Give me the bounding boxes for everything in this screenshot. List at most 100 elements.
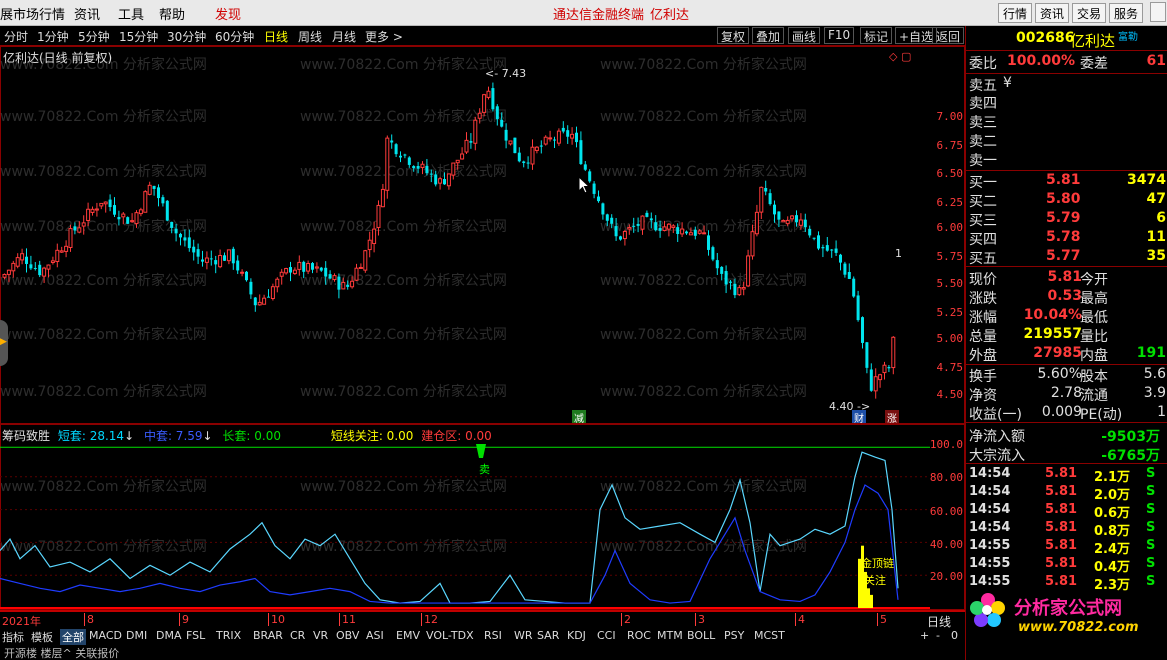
top-chain-marker: 金顶链 [861,557,894,570]
indicator-tab[interactable]: 指标 [2,629,24,645]
indicator-tab[interactable]: 全部 [60,629,86,645]
indicator-tab[interactable]: DMA [156,629,182,642]
zoom-out-button[interactable]: - [936,629,940,642]
indicator-tab[interactable]: TRIX [216,629,241,642]
panel-toggle-handle[interactable]: ▶ [0,320,8,366]
overlay-button[interactable]: 叠加 [752,27,785,44]
candle-body [403,154,407,156]
candle-body [121,213,126,218]
indicator-tab[interactable]: KDJ [567,629,586,642]
candle-body [702,232,707,235]
buy-level: 买一 5.81 3474 [966,172,1167,191]
candle-body [649,218,653,221]
drawline-button[interactable]: 画线 [788,27,821,44]
buy-level-label: 买二 [969,194,997,210]
add-watch-button[interactable]: +自选 [895,27,938,44]
candle-body [781,219,786,223]
period-15min[interactable]: 15分钟 [119,28,158,45]
indicator-tab[interactable]: WR [514,629,533,642]
indicator-chart[interactable] [0,424,930,610]
candle-body [513,137,517,154]
candle-body [614,226,618,237]
back-button[interactable]: 返回 [932,27,965,44]
candle-body [42,267,47,277]
indicator-tab[interactable]: FSL [186,629,205,642]
indicator-tab[interactable]: OBV [336,629,359,642]
scroll-handle[interactable] [1150,2,1166,22]
tick-volume: 2.0万 [1094,488,1131,503]
menu-tools[interactable]: 工具 [118,4,144,23]
quote-button[interactable]: 行情 [998,3,1033,23]
indicator-tab[interactable]: PSY [724,629,744,642]
menu-help[interactable]: 帮助 [159,4,185,23]
indicator-tab[interactable]: MCST [754,629,785,642]
weibi-row: 委比 100.00% 委差 61 [966,53,1167,72]
candlestick-chart[interactable] [0,46,930,424]
candle-body [575,132,578,143]
period-tick[interactable]: 分时 [4,28,28,45]
focus-bar [870,594,873,608]
candle-body [737,287,742,296]
indicator-tab[interactable]: CCI [597,629,616,642]
buy-level-price: 5.81 [1046,172,1081,188]
brand-url: www.70822.com [1018,620,1139,635]
period-5min[interactable]: 5分钟 [78,28,110,45]
service-button[interactable]: 服务 [1109,3,1144,23]
candle-body [157,187,160,199]
menu-market[interactable]: 展市场行情 [0,4,65,23]
f10-button[interactable]: F10 [824,27,855,44]
candle-body [170,221,174,228]
period-week[interactable]: 周线 [298,28,322,45]
tick-price: 5.81 [1045,556,1078,571]
weibi-label: 委比 [969,56,997,72]
zoom-in-button[interactable]: + [920,629,929,642]
candle-body [566,130,570,137]
period-month[interactable]: 月线 [332,28,356,45]
indicator-tab[interactable]: BRAR [253,629,283,642]
indicator-tab[interactable]: VR [313,629,328,642]
period-30min[interactable]: 30分钟 [167,28,206,45]
indicator-tab[interactable]: SAR [537,629,559,642]
candle-body [328,274,332,279]
candle-body [451,162,456,176]
stat-label: 收益(一) [969,407,1022,423]
fuquan-button[interactable]: 复权 [717,27,750,44]
sell-level: 卖五 ¥ [966,75,1167,94]
indicator-tab[interactable]: EMV [396,629,420,642]
indicator-tab[interactable]: MACD [89,629,122,642]
buy-level-volume: 11 [1146,229,1166,245]
marker-reduce[interactable]: 减 [572,410,586,425]
stat-row: 外盘 27985 内盘 191 [966,345,1167,364]
marker-finance[interactable]: 财 [852,410,866,425]
period-day[interactable]: 日线 [264,28,288,45]
trade-tick-row: 14:54 5.81 0.8万 S [966,520,1167,539]
mark-button[interactable]: 标记 [860,27,893,44]
indicator-tab[interactable]: ASI [366,629,384,642]
indicator-tab[interactable]: ROC [627,629,651,642]
period-60min[interactable]: 60分钟 [215,28,254,45]
indicator-tab[interactable]: CR [290,629,305,642]
menu-discover[interactable]: 发现 [215,4,241,23]
indicator-tab[interactable]: DMI [126,629,147,642]
candle-body [446,173,451,187]
menu-news[interactable]: 资讯 [74,4,100,23]
indicator-tab[interactable]: VOL-TDX [426,629,474,642]
indicator-tab[interactable]: MTM [657,629,683,642]
candle-body [754,211,759,235]
candle-body [257,301,262,306]
zoom-reset-button[interactable]: 0 [951,629,958,642]
trade-button[interactable]: 交易 [1072,3,1107,23]
indicator-tab[interactable]: 模板 [31,629,53,645]
period-1min[interactable]: 1分钟 [37,28,69,45]
candle-body [662,226,667,232]
indicator-tab[interactable]: BOLL [687,629,715,642]
period-more[interactable]: 更多 > [365,28,403,45]
candle-body [601,203,605,215]
stat-row: 涨跌 0.53 最高 [966,288,1167,307]
candle-body [685,231,688,234]
time-label: 5 [877,613,887,626]
candle-body [438,178,443,184]
marker-limit-up[interactable]: 涨 [885,410,899,425]
news-button[interactable]: 资讯 [1035,3,1070,23]
indicator-tab[interactable]: RSI [484,629,502,642]
